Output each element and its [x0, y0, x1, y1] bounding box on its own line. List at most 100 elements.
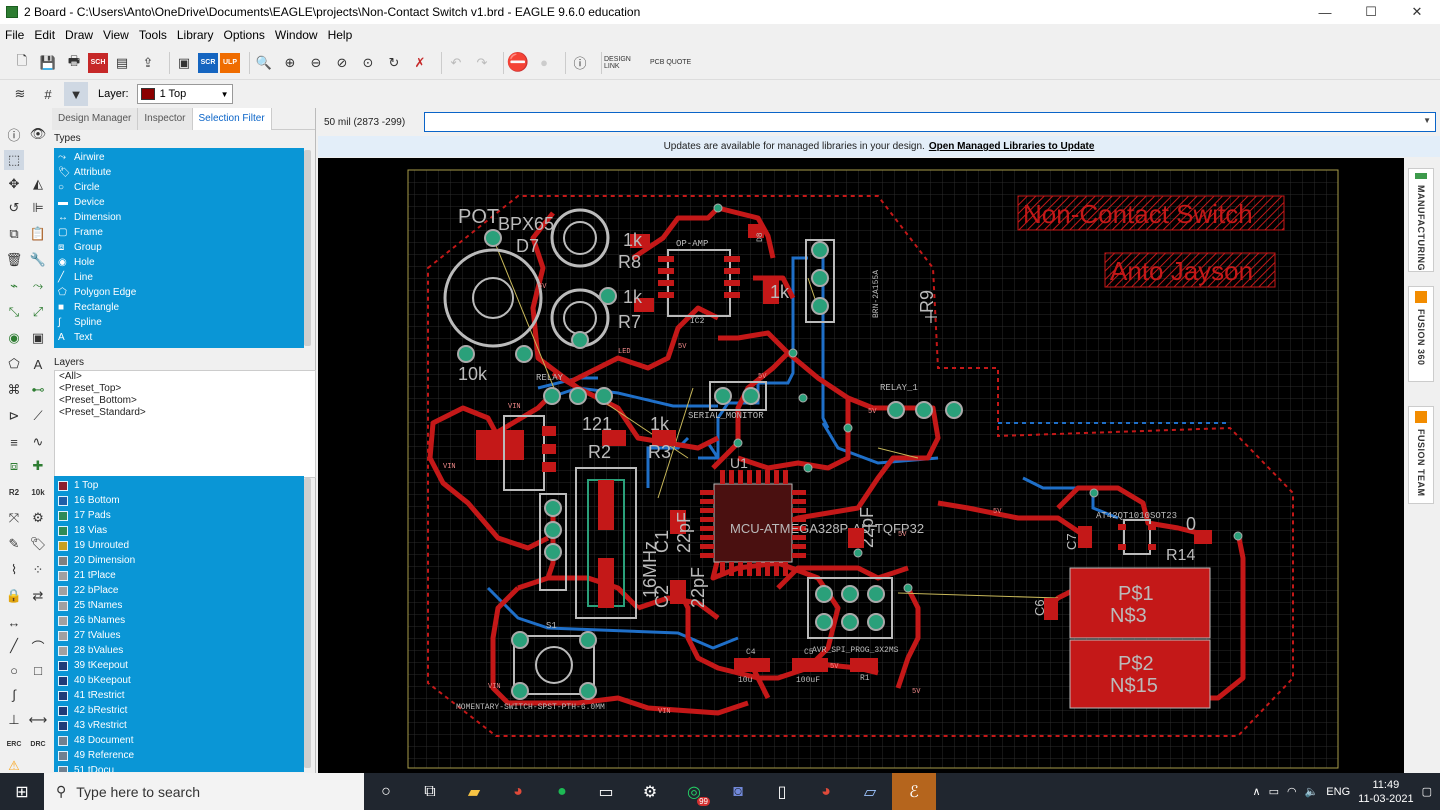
redo-icon[interactable]: ↷ [470, 51, 494, 75]
app-icon[interactable]: ▱ [848, 773, 892, 810]
tab-inspector[interactable]: Inspector [138, 108, 193, 130]
board-canvas[interactable]: Non-Contact Switch Anto Jayson POT 10k B… [318, 158, 1404, 773]
zoom-fit-icon[interactable]: 🔍 [252, 51, 276, 75]
cortana-icon[interactable]: ○ [364, 773, 408, 810]
delete-icon[interactable]: 🗑 [4, 250, 24, 270]
type-rectangle[interactable]: ■ Rectangle [54, 300, 304, 315]
start-button[interactable]: ⊞ [0, 773, 44, 810]
mark-icon[interactable]: ⊥ [4, 710, 24, 730]
autoroute-icon[interactable]: ⤳ [28, 276, 48, 296]
tab-fusion-team[interactable]: FUSION TEAM [1408, 406, 1434, 504]
schematic-button[interactable]: SCH [88, 52, 108, 73]
length-icon[interactable]: ∿ [28, 432, 48, 452]
settings-icon[interactable]: ⚙ [628, 773, 672, 810]
layer-item[interactable]: 43 vRestrict [54, 718, 304, 733]
wrench-icon[interactable]: 🔧 [28, 250, 48, 270]
go-icon[interactable]: ● [532, 51, 556, 75]
layer-item[interactable]: 40 bKeepout [54, 673, 304, 688]
preset-bottom[interactable]: <Preset_Bottom> [55, 395, 315, 407]
layer-item[interactable]: 48 Document [54, 733, 304, 748]
photos-icon[interactable]: ▭ [584, 773, 628, 810]
language-indicator[interactable]: ENG [1326, 786, 1350, 798]
lock-icon[interactable]: 🔒 [4, 586, 24, 606]
pcb-drawing[interactable]: Non-Contact Switch Anto Jayson POT 10k B… [318, 158, 1404, 773]
layer-settings-icon[interactable]: ≋ [8, 82, 32, 106]
zoom-out-icon[interactable]: ⊖ [304, 51, 328, 75]
chevron-up-icon[interactable]: ∧ [1253, 785, 1261, 798]
clock[interactable]: 11:49 11-03-2021 [1358, 778, 1413, 806]
via-icon[interactable]: ◉ [4, 328, 24, 348]
type-dimension[interactable]: ↔ Dimension [54, 210, 304, 225]
erc-icon[interactable]: ERC [4, 734, 24, 754]
ripup-icon[interactable]: ⤡ [4, 302, 24, 322]
layer-item[interactable]: 49 Reference [54, 748, 304, 763]
menu-help[interactable]: Help [323, 28, 358, 42]
volume-icon[interactable]: 🔈 [1305, 785, 1319, 798]
type-attribute[interactable]: 🏷 Attribute [54, 165, 304, 180]
meander-icon[interactable]: ≡ [4, 432, 24, 452]
layer-item[interactable]: 28 bValues [54, 643, 304, 658]
tab-selection-filter[interactable]: Selection Filter [192, 108, 272, 130]
layer-item[interactable]: 18 Vias [54, 523, 304, 538]
move-icon[interactable]: ✥ [4, 174, 24, 194]
layer-item[interactable]: 1 Top [54, 478, 304, 493]
drc-icon[interactable]: DRC [28, 734, 48, 754]
taskbar-search[interactable]: ⚲ Type here to search [44, 773, 364, 810]
task-view-icon[interactable]: ⧉ [408, 773, 452, 810]
signal-icon[interactable]: ⌘ [4, 380, 24, 400]
arc-icon[interactable]: ⌒ [28, 636, 48, 656]
menu-view[interactable]: View [98, 28, 134, 42]
layer-select[interactable]: 1 Top ▼ [136, 84, 233, 104]
tab-manufacturing[interactable]: MANUFACTURING [1408, 168, 1434, 272]
layer-item[interactable]: 39 tKeepout [54, 658, 304, 673]
pen-icon[interactable]: ✎ [4, 534, 24, 554]
minimize-button[interactable]: — [1302, 0, 1348, 24]
library-icon[interactable]: ▣ [172, 51, 196, 75]
polygon-icon[interactable]: ⬠ [4, 354, 24, 374]
types-scrollbar[interactable] [304, 150, 311, 346]
mirror-icon[interactable]: ◭ [28, 174, 48, 194]
pcb-quote-button[interactable]: PCB QUOTE [650, 51, 694, 75]
discord-icon[interactable]: ◙ [716, 773, 760, 810]
attribute-icon[interactable]: 🏷 [28, 534, 48, 554]
spotify-icon[interactable]: ● [540, 773, 584, 810]
zoom-redraw-icon[interactable]: ⊘ [330, 51, 354, 75]
text-icon[interactable]: A [28, 354, 48, 374]
menu-draw[interactable]: Draw [60, 28, 98, 42]
dimension-icon[interactable]: ↔ [4, 612, 24, 632]
zoom-select-icon[interactable]: ⊙ [356, 51, 380, 75]
pad-icon[interactable]: ▣ [28, 328, 48, 348]
preset-top[interactable]: <Preset_Top> [55, 383, 315, 395]
type-frame[interactable]: ▢ Frame [54, 225, 304, 240]
measure-icon[interactable]: ⟷ [28, 710, 48, 730]
menu-file[interactable]: File [0, 28, 29, 42]
layer-item[interactable]: 19 Unrouted [54, 538, 304, 553]
group-icon[interactable]: ⧈ [4, 456, 24, 476]
eagle-taskbar-icon[interactable]: ℰ [892, 773, 936, 810]
rectangle-icon[interactable]: □ [28, 660, 48, 680]
stop-icon[interactable]: ⛔ [506, 51, 530, 75]
tab-fusion-360[interactable]: FUSION 360 [1408, 286, 1434, 382]
chevron-down-icon[interactable]: ▼ [1423, 116, 1431, 125]
menu-tools[interactable]: Tools [134, 28, 172, 42]
type-text[interactable]: A Text [54, 330, 304, 345]
menu-library[interactable]: Library [172, 28, 219, 42]
copy-icon[interactable]: ⧉ [4, 224, 24, 244]
chrome-profile-icon[interactable]: ◕ [804, 773, 848, 810]
split-icon[interactable]: ⊳ [4, 406, 24, 426]
help-icon[interactable]: ⓘ [568, 51, 592, 75]
type-group[interactable]: ⧈ Group [54, 240, 304, 255]
replace-icon[interactable]: ⇄ [28, 586, 48, 606]
type-hole[interactable]: ◉ Hole [54, 255, 304, 270]
layer-item[interactable]: 17 Pads [54, 508, 304, 523]
type-line[interactable]: ╱ Line [54, 270, 304, 285]
menu-options[interactable]: Options [219, 28, 270, 42]
value-icon[interactable]: 10k [28, 482, 48, 502]
type-airwire[interactable]: ⤳ Airwire [54, 150, 304, 165]
type-polygon-edge[interactable]: ⬠ Polygon Edge [54, 285, 304, 300]
type-device[interactable]: ▬ Device [54, 195, 304, 210]
layer-item[interactable]: 41 tRestrict [54, 688, 304, 703]
preset-standard[interactable]: <Preset_Standard> [55, 407, 315, 419]
layer-scrollbar[interactable] [304, 478, 311, 768]
file-explorer-icon[interactable]: ▰ [452, 773, 496, 810]
